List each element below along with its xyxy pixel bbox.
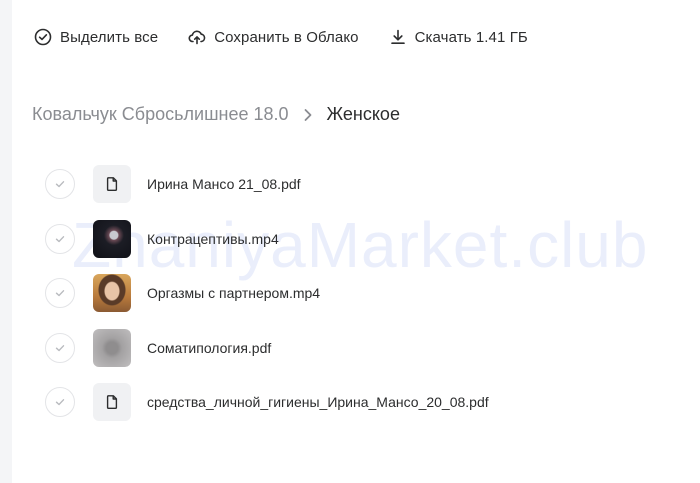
breadcrumb: Ковальчук Сбросьлишнее 18.0 Женское (32, 104, 400, 125)
file-thumbnail (93, 165, 131, 203)
file-name: Соматипология.pdf (147, 339, 272, 356)
list-item[interactable]: Ирина Мансо 21_08.pdf (45, 165, 489, 203)
select-checkbox[interactable] (45, 332, 75, 363)
select-checkbox[interactable] (45, 278, 75, 308)
list-item[interactable]: Контрацептивы.mp4 (45, 219, 489, 258)
chevron-right-icon (303, 108, 313, 122)
select-all-button[interactable]: Выделить все (34, 28, 158, 46)
video-thumbnail (93, 219, 131, 258)
download-label: Скачать 1.41 ГБ (414, 28, 528, 46)
pdf-thumbnail (93, 328, 131, 367)
file-name: Ирина Мансо 21_08.pdf (147, 176, 301, 192)
select-all-label: Выделить все (60, 28, 159, 46)
document-icon (106, 177, 118, 191)
select-checkbox[interactable] (45, 169, 75, 199)
file-name: Контрацептивы.mp4 (147, 230, 279, 247)
checkmark-icon (55, 399, 65, 406)
checkmark-icon (55, 344, 65, 351)
list-item[interactable]: Соматипология.pdf (45, 328, 489, 367)
download-icon (390, 29, 405, 44)
checkmark-icon (55, 290, 65, 297)
breadcrumb-current: Женское (326, 104, 400, 124)
select-checkbox[interactable] (45, 387, 75, 417)
download-button[interactable]: Скачать 1.41 ГБ (389, 28, 528, 46)
list-item[interactable]: средства_личной_гигиены_Ирина_Мансо_20_0… (45, 383, 489, 421)
select-checkbox[interactable] (45, 223, 75, 254)
save-to-cloud-button[interactable]: Сохранить в Облако (188, 28, 359, 46)
toolbar: Выделить все Сохранить в Облако Скачать … (34, 28, 558, 46)
list-item[interactable]: Оргазмы с партнером.mp4 (45, 274, 489, 312)
file-list: Ирина Мансо 21_08.pdf Контрацептивы.mp4 … (45, 165, 489, 439)
file-name: средства_личной_гигиены_Ирина_Мансо_20_0… (147, 394, 489, 410)
file-thumbnail (93, 383, 131, 421)
breadcrumb-parent-link[interactable]: Ковальчук Сбросьлишнее 18.0 (32, 104, 289, 125)
check-circle-icon (34, 28, 52, 46)
cloud-folder-panel: Выделить все Сохранить в Облако Скачать … (12, 0, 700, 483)
save-to-cloud-label: Сохранить в Облако (214, 28, 359, 46)
checkmark-icon (55, 181, 65, 188)
video-thumbnail (93, 274, 131, 312)
document-icon (106, 395, 118, 409)
checkmark-icon (55, 235, 65, 242)
cloud-upload-icon (188, 30, 206, 45)
file-name: Оргазмы с партнером.mp4 (147, 285, 321, 301)
